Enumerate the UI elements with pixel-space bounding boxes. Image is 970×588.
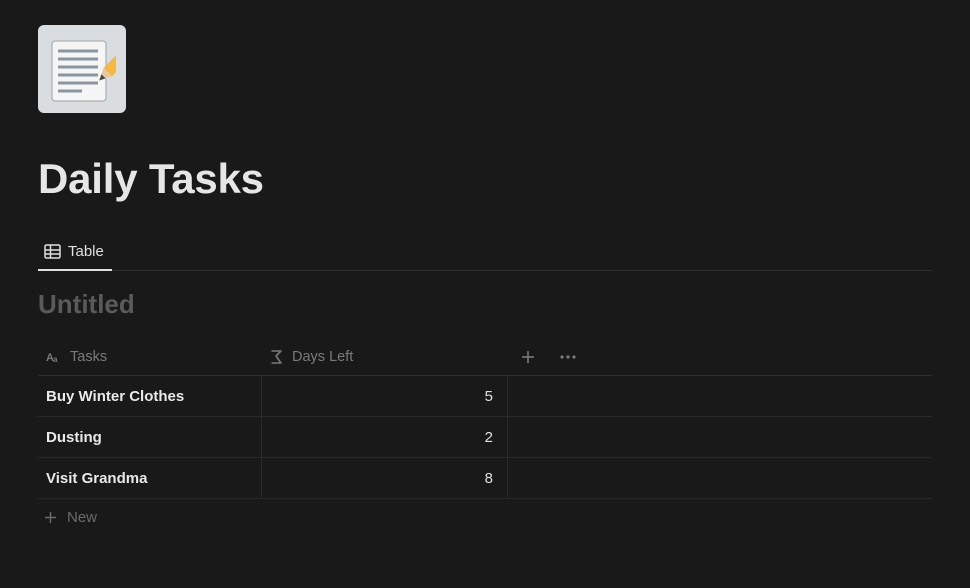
more-icon [560, 355, 576, 359]
text-property-icon: A a [46, 349, 62, 365]
column-header-tasks[interactable]: A a Tasks [38, 349, 262, 365]
svg-text:a: a [53, 355, 58, 364]
plus-icon [521, 350, 535, 364]
table-icon [44, 243, 61, 260]
plus-icon [44, 511, 57, 524]
new-row-label: New [67, 509, 97, 526]
add-column-button[interactable] [508, 350, 548, 364]
column-header-daysleft[interactable]: Days Left [262, 349, 508, 365]
column-more-button[interactable] [548, 355, 588, 359]
cell-task[interactable]: Buy Winter Clothes [38, 376, 262, 416]
cell-task[interactable]: Dusting [38, 417, 262, 457]
tab-label: Table [68, 243, 104, 260]
table-body: Buy Winter Clothes 5 Dusting 2 Visit Gra… [38, 376, 932, 499]
page-icon[interactable] [38, 25, 126, 113]
column-header-label: Days Left [292, 349, 353, 365]
view-tabs: Table [38, 237, 932, 271]
table-row[interactable]: Buy Winter Clothes 5 [38, 376, 932, 417]
tab-table[interactable]: Table [38, 237, 112, 270]
formula-property-icon [270, 349, 284, 365]
table-row[interactable]: Visit Grandma 8 [38, 458, 932, 499]
cell-daysleft[interactable]: 2 [262, 417, 508, 457]
table: A a Tasks Days Left [38, 338, 932, 536]
cell-daysleft[interactable]: 8 [262, 458, 508, 498]
cell-daysleft[interactable]: 5 [262, 376, 508, 416]
table-header: A a Tasks Days Left [38, 338, 932, 376]
database-title[interactable]: Untitled [38, 289, 932, 320]
cell-task[interactable]: Visit Grandma [38, 458, 262, 498]
page-title[interactable]: Daily Tasks [38, 155, 932, 203]
table-row[interactable]: Dusting 2 [38, 417, 932, 458]
column-header-label: Tasks [70, 349, 107, 365]
new-row-button[interactable]: New [38, 499, 932, 536]
